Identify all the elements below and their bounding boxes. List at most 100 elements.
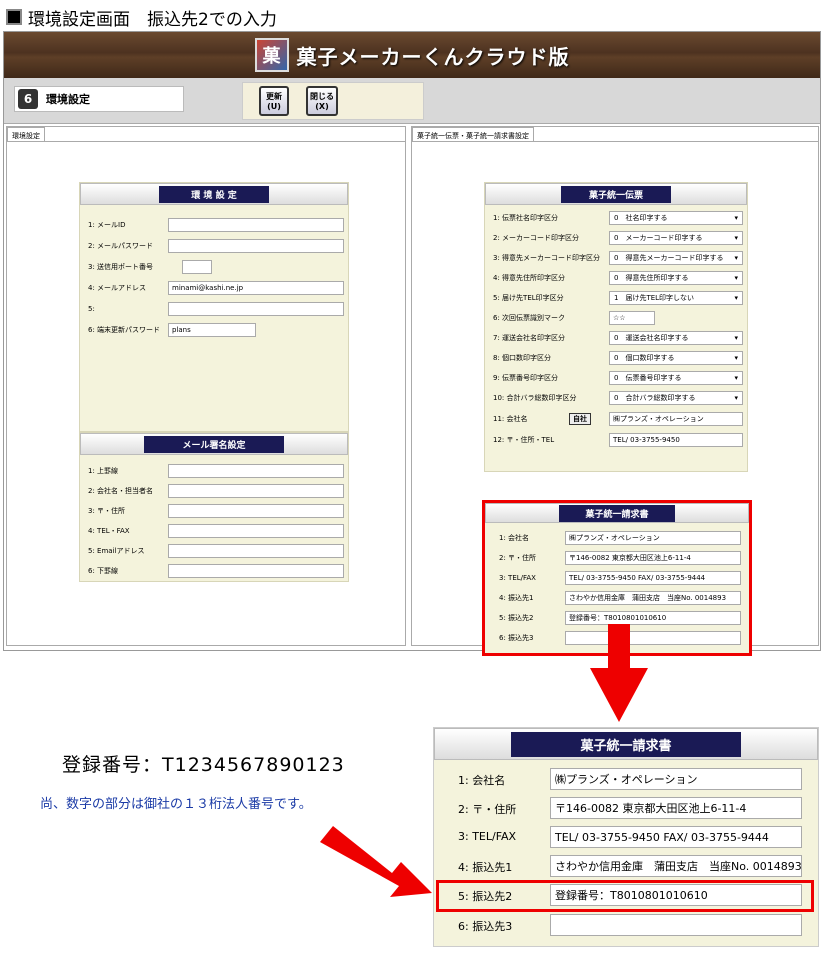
mail-id-input[interactable] <box>168 218 344 232</box>
zoom-bank-1-input[interactable]: さわやか信用金庫 蒲田支店 当座No. 0014893 <box>550 855 802 877</box>
slip-company-name-input[interactable]: ㈱プランズ・オペレーション <box>609 412 743 426</box>
zoom-label-6: 6: 振込先3 <box>458 920 513 933</box>
parcel-count-print-select[interactable]: 0 個口数印字する <box>609 351 743 365</box>
slip-address-tel-input[interactable]: TEL/ 03-3755-9450 <box>609 433 743 447</box>
env-row-3: 3: 送信用ポート番号 <box>80 259 348 275</box>
sig-label-5: 5: Emailアドレス <box>88 547 145 555</box>
zoom-bank-3-input[interactable] <box>550 914 802 936</box>
slip-label-11: 11: 会社名 <box>493 415 528 423</box>
app-logo-icon: 菓 <box>254 38 289 72</box>
env-settings-title: 環 境 設 定 <box>159 185 269 203</box>
page-title-text: 環境設定画面 振込先2での入力 <box>28 9 277 30</box>
slip-label-2: 2: メーカーコード印字区分 <box>493 234 580 242</box>
send-port-input[interactable] <box>182 260 212 274</box>
bank-account-3-input[interactable] <box>565 631 741 645</box>
registration-number-example: 登録番号：T1234567890123 <box>62 754 345 776</box>
close-button[interactable]: 閉じる (X) <box>306 86 338 116</box>
tab-kashi-slip-settings[interactable]: 菓子統一伝票・菓子統一請求書設定 <box>412 127 534 141</box>
mail-password-input[interactable] <box>168 239 344 253</box>
invoice-address-input[interactable]: 〒146-0082 東京都大田区池上6-11-4 <box>565 551 741 565</box>
sig-row-4: 4: TEL・FAX <box>80 523 348 539</box>
slip-row-10: 10: 合計バラ総数印字区分 0 合計バラ総数印字する <box>485 390 747 406</box>
sig-label-3: 3: 〒・住所 <box>88 507 126 515</box>
slip-label-7: 7: 運送会社名印字区分 <box>493 334 566 342</box>
inv-row-6: 6: 振込先3 <box>485 630 749 646</box>
mail-address-input[interactable]: minami@kashi.ne.jp <box>168 281 344 295</box>
zoom-label-2: 2: 〒・住所 <box>458 803 517 816</box>
zoom-tel-fax-input[interactable]: TEL/ 03-3755-9450 FAX/ 03-3755-9444 <box>550 826 802 848</box>
total-pieces-print-select[interactable]: 0 合計バラ総数印字する <box>609 391 743 405</box>
close-button-key: (X) <box>315 102 329 111</box>
sig-company-input[interactable] <box>168 484 344 498</box>
sig-bottom-line-input[interactable] <box>168 564 344 578</box>
env-label-3: 3: 送信用ポート番号 <box>88 263 154 271</box>
bank-account-1-input[interactable]: さわやか信用金庫 蒲田支店 当座No. 0014893 <box>565 591 741 605</box>
zoom-label-1: 1: 会社名 <box>458 774 506 787</box>
sig-address-input[interactable] <box>168 504 344 518</box>
slip-row-8: 8: 個口数印字区分 0 個口数印字する <box>485 350 747 366</box>
next-slip-mark-input[interactable]: ☆☆ <box>609 311 655 325</box>
slip-label-8: 8: 個口数印字区分 <box>493 354 552 362</box>
env-row-4: 4: メールアドレス minami@kashi.ne.jp <box>80 280 348 296</box>
sig-row-3: 3: 〒・住所 <box>80 503 348 519</box>
app-title-bar: 菓 菓子メーカーくんクラウド版 <box>4 32 820 78</box>
update-button[interactable]: 更新 (U) <box>259 86 289 116</box>
inv-label-2: 2: 〒・住所 <box>499 554 537 562</box>
env-row-6: 6: 端末更新パスワード plans <box>80 322 348 338</box>
close-button-label: 閉じる <box>310 92 334 101</box>
slip-company-print-select[interactable]: 0 社名印字する <box>609 211 743 225</box>
slip-number-print-select[interactable]: 0 伝票番号印字する <box>609 371 743 385</box>
zoom-row-6: 6: 振込先3 <box>434 914 818 936</box>
zoom-invoice-header: 菓子統一請求書 <box>434 728 818 760</box>
zoom-label-4: 4: 振込先1 <box>458 861 513 874</box>
zoom-row-2: 2: 〒・住所 〒146-0082 東京都大田区池上6-11-4 <box>434 797 818 819</box>
maker-code-print-select[interactable]: 0 メーカーコード印字する <box>609 231 743 245</box>
own-company-button[interactable]: 自社 <box>569 413 591 425</box>
invoice-tel-fax-input[interactable]: TEL/ 03-3755-9450 FAX/ 03-3755-9444 <box>565 571 741 585</box>
sig-row-2: 2: 会社名・担当者名 <box>80 483 348 499</box>
env-label-2: 2: メールパスワード <box>88 242 154 250</box>
inv-label-4: 4: 振込先1 <box>499 594 534 602</box>
app-title: 菓子メーカーくんクラウド版 <box>296 44 570 69</box>
sig-tel-fax-input[interactable] <box>168 524 344 538</box>
zoom-address-input[interactable]: 〒146-0082 東京都大田区池上6-11-4 <box>550 797 802 819</box>
customer-address-print-select[interactable]: 0 得意先住所印字する <box>609 271 743 285</box>
inv-row-2: 2: 〒・住所 〒146-0082 東京都大田区池上6-11-4 <box>485 550 749 566</box>
app-window: 菓 菓子メーカーくんクラウド版 6 環境設定 更新 (U) 閉じる (X) 環境… <box>3 31 821 656</box>
slip-label-10: 10: 合計バラ総数印字区分 <box>493 394 577 402</box>
inv-row-3: 3: TEL/FAX TEL/ 03-3755-9450 FAX/ 03-3755… <box>485 570 749 586</box>
env-label-1: 1: メールID <box>88 221 126 229</box>
slip-label-5: 5: 届け先TEL印字区分 <box>493 294 564 302</box>
env-label-6: 6: 端末更新パスワード <box>88 326 161 334</box>
update-button-label: 更新 <box>266 92 282 101</box>
env-label-4: 4: メールアドレス <box>88 284 147 292</box>
env-settings-header: 環 境 設 定 <box>80 183 348 205</box>
sig-top-line-input[interactable] <box>168 464 344 478</box>
bank-account-2-input[interactable]: 登録番号：T8010801010610 <box>565 611 741 625</box>
slip-row-1: 1: 伝票社名印字区分 0 社名印字する <box>485 210 747 226</box>
customer-maker-code-select[interactable]: 0 得意先メーカーコード印字する <box>609 251 743 265</box>
sig-row-1: 1: 上罫線 <box>80 463 348 479</box>
sig-email-input[interactable] <box>168 544 344 558</box>
kashi-invoice-box: 菓子統一請求書 1: 会社名 ㈱プランズ・オペレーション 2: 〒・住所 〒146-… <box>482 500 752 656</box>
carrier-name-print-select[interactable]: 0 運送会社名印字する <box>609 331 743 345</box>
tab-env-settings[interactable]: 環境設定 <box>7 127 45 141</box>
registration-note: 尚、数字の部分は御社の１３桁法人番号です。 <box>40 797 312 812</box>
inv-row-5: 5: 振込先2 登録番号：T8010801010610 <box>485 610 749 626</box>
zoom-company-input[interactable]: ㈱プランズ・オペレーション <box>550 768 802 790</box>
zoom-label-3: 3: TEL/FAX <box>458 830 517 843</box>
kashi-slip-title: 菓子統一伝票 <box>561 185 671 203</box>
env-settings-panel: 環境設定 環 境 設 定 1: メールID 2: メールパスワード 3: 送信用… <box>6 126 406 646</box>
slip-label-9: 9: 伝票番号印字区分 <box>493 374 559 382</box>
delivery-tel-print-select[interactable]: 1 届け先TEL印字しない <box>609 291 743 305</box>
kashi-invoice-header: 菓子統一請求書 <box>485 503 749 523</box>
slip-row-2: 2: メーカーコード印字区分 0 メーカーコード印字する <box>485 230 747 246</box>
sig-label-1: 1: 上罫線 <box>88 467 119 475</box>
screen-caption-label: 環境設定 <box>46 93 90 106</box>
zoom-row-1: 1: 会社名 ㈱プランズ・オペレーション <box>434 768 818 790</box>
env-field-5-input[interactable] <box>168 302 344 316</box>
invoice-company-input[interactable]: ㈱プランズ・オペレーション <box>565 531 741 545</box>
env-settings-box: 環 境 設 定 1: メールID 2: メールパスワード 3: 送信用ポート番号… <box>79 182 349 432</box>
terminal-password-input[interactable]: plans <box>168 323 256 337</box>
slip-row-9: 9: 伝票番号印字区分 0 伝票番号印字する <box>485 370 747 386</box>
